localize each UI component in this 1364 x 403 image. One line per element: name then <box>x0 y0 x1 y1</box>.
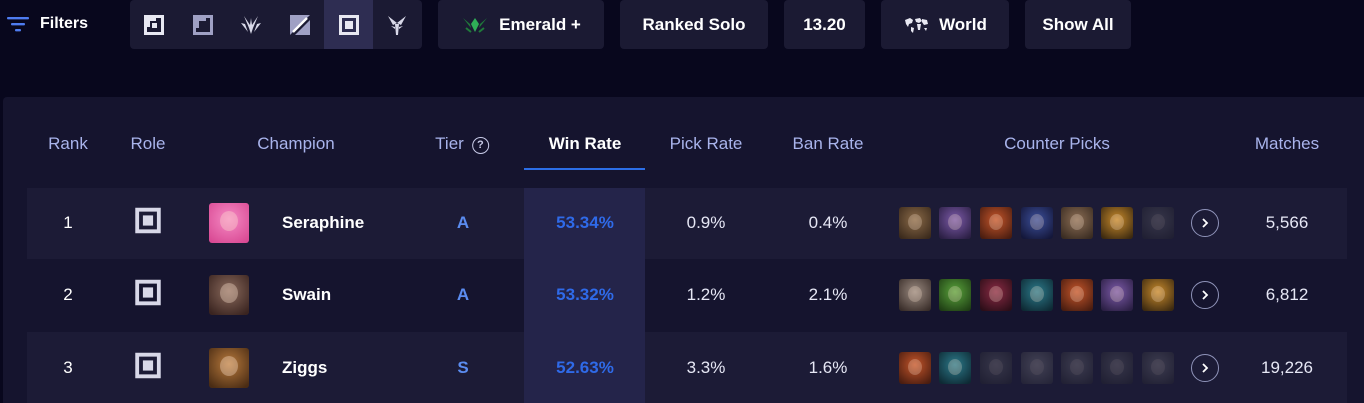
counter-champion-icon[interactable] <box>980 279 1012 311</box>
rank-number: 2 <box>63 285 73 304</box>
queue-filter-dropdown[interactable]: Ranked Solo <box>620 0 768 49</box>
header-role[interactable]: Role <box>131 134 166 154</box>
show-all-label: Show All <box>1042 14 1114 34</box>
header-pick-rate[interactable]: Pick Rate <box>670 134 743 154</box>
chevron-right-icon <box>1202 290 1209 300</box>
counter-champion-icon[interactable] <box>1061 279 1093 311</box>
header-counter-picks[interactable]: Counter Picks <box>1004 134 1110 154</box>
counter-champion-icon[interactable] <box>939 352 971 384</box>
region-filter-label: World <box>939 14 987 34</box>
rank-filter-dropdown[interactable]: Emerald + <box>438 0 604 49</box>
filters-button[interactable]: Filters <box>6 6 88 42</box>
win-rate-value: 53.34% <box>556 213 614 232</box>
counter-champion-icon[interactable] <box>939 207 971 239</box>
matches-count: 6,812 <box>1265 285 1309 304</box>
header-rank[interactable]: Rank <box>48 134 88 154</box>
support-role-icon <box>134 207 162 240</box>
tier-badge: S <box>457 358 469 377</box>
support-square-icon <box>338 14 359 35</box>
sort-indicator <box>524 168 645 170</box>
rank-number: 1 <box>63 213 73 232</box>
role-button-jungle[interactable] <box>179 0 228 49</box>
support-role-icon <box>134 279 162 312</box>
role-button-mid[interactable] <box>227 0 276 49</box>
filter-lines-icon <box>7 17 29 32</box>
pick-rate-value: 1.2% <box>686 285 726 304</box>
patch-filter-dropdown[interactable]: 13.20 <box>784 0 865 49</box>
filters-label: Filters <box>40 15 89 32</box>
show-all-button[interactable]: Show All <box>1025 0 1131 49</box>
counter-champion-icon[interactable] <box>1142 279 1174 311</box>
rank-number: 3 <box>63 358 73 377</box>
counter-champion-icon[interactable] <box>1021 279 1053 311</box>
counter-champion-icon[interactable] <box>899 279 931 311</box>
tier-badge: A <box>456 285 470 304</box>
champion-name[interactable]: Ziggs <box>282 358 327 378</box>
help-icon[interactable]: ? <box>471 136 489 154</box>
claw-icon <box>241 15 262 34</box>
counter-champion-icon[interactable] <box>939 279 971 311</box>
matches-count: 19,226 <box>1261 358 1313 377</box>
counter-champion-icon[interactable] <box>1101 207 1133 239</box>
header-tier-label: Tier <box>435 134 464 153</box>
ban-rate-value: 2.1% <box>808 285 848 304</box>
top-lane-icon <box>144 14 165 35</box>
counter-champion-icon[interactable] <box>1021 207 1053 239</box>
champion-portrait[interactable] <box>209 203 249 243</box>
header-tier[interactable]: Tier? <box>435 134 489 154</box>
filter-bar: Filters Emerald + Ranked Solo 13.20 Worl… <box>0 0 1364 50</box>
champion-name[interactable]: Swain <box>282 285 331 305</box>
chevron-right-icon <box>1202 363 1209 373</box>
ban-rate-value: 1.6% <box>808 358 848 377</box>
counter-champion-icon[interactable] <box>1061 352 1093 384</box>
patch-filter-label: 13.20 <box>803 14 846 34</box>
champion-portrait[interactable] <box>209 348 249 388</box>
queue-filter-label: Ranked Solo <box>642 14 746 34</box>
header-matches[interactable]: Matches <box>1255 134 1319 154</box>
jungle-icon <box>192 14 213 35</box>
champion-name[interactable]: Seraphine <box>282 213 364 233</box>
emerald-rank-icon <box>463 17 488 33</box>
pick-rate-value: 3.3% <box>686 358 726 377</box>
role-button-support[interactable] <box>324 0 373 49</box>
counter-champion-icon[interactable] <box>1142 352 1174 384</box>
counter-champion-icon[interactable] <box>1101 279 1133 311</box>
tree-icon <box>388 15 407 35</box>
pick-rate-value: 0.9% <box>686 213 726 232</box>
matches-count: 5,566 <box>1265 213 1309 232</box>
counter-champion-icon[interactable] <box>899 352 931 384</box>
ban-rate-value: 0.4% <box>808 213 848 232</box>
counter-champion-icon[interactable] <box>1142 207 1174 239</box>
header-win-rate[interactable]: Win Rate <box>549 134 622 154</box>
counter-champion-icon[interactable] <box>980 352 1012 384</box>
rank-filter-label: Emerald + <box>499 14 581 34</box>
more-counters-button[interactable] <box>1191 209 1219 237</box>
region-filter-dropdown[interactable]: World <box>881 0 1009 49</box>
role-button-all[interactable] <box>373 0 422 49</box>
more-counters-button[interactable] <box>1191 354 1219 382</box>
counter-champion-icon[interactable] <box>1101 352 1133 384</box>
counter-champion-icon[interactable] <box>980 207 1012 239</box>
counter-champion-icon[interactable] <box>1021 352 1053 384</box>
role-button-bot[interactable] <box>276 0 325 49</box>
role-filter-group <box>130 0 422 49</box>
win-rate-value: 53.32% <box>556 285 614 304</box>
counter-champion-icon[interactable] <box>899 207 931 239</box>
champion-portrait[interactable] <box>209 275 249 315</box>
slash-lane-icon <box>290 14 311 35</box>
support-role-icon <box>134 352 162 385</box>
header-ban-rate[interactable]: Ban Rate <box>793 134 864 154</box>
tier-badge: A <box>456 213 470 232</box>
role-button-top[interactable] <box>130 0 179 49</box>
world-map-icon <box>905 17 929 33</box>
header-champion[interactable]: Champion <box>257 134 335 154</box>
win-rate-value: 52.63% <box>556 358 614 377</box>
counter-champion-icon[interactable] <box>1061 207 1093 239</box>
more-counters-button[interactable] <box>1191 281 1219 309</box>
chevron-right-icon <box>1202 218 1209 228</box>
